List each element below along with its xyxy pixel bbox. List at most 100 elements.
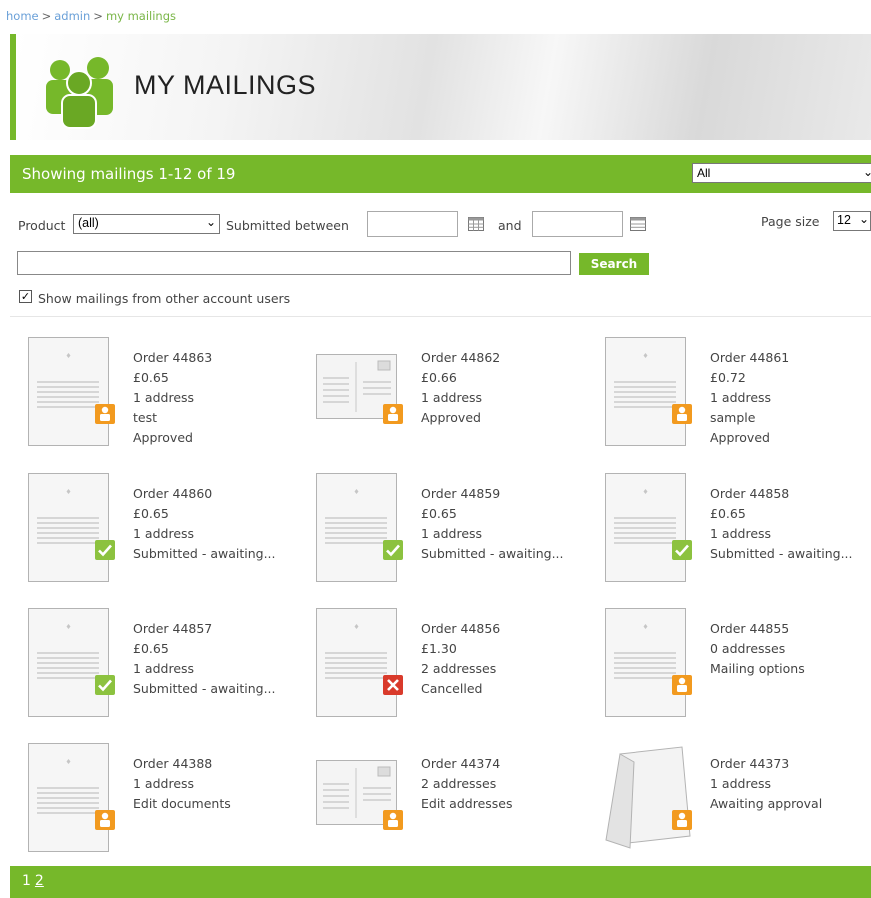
order-number[interactable]: Order 44856 <box>421 619 500 639</box>
order-number[interactable]: Order 44373 <box>710 754 822 774</box>
show-other-users-checkbox[interactable]: ✓ <box>19 290 32 303</box>
mailing-card[interactable]: Order 44374 2 addresses Edit addresses <box>315 742 595 867</box>
order-number[interactable]: Order 44374 <box>421 754 513 774</box>
mailing-detail: Edit documents <box>133 796 231 811</box>
mailing-info: Order 44860 £0.65 1 address Submitted - awa… <box>133 484 276 564</box>
search-input[interactable] <box>17 251 571 275</box>
mailing-card[interactable]: Order 44863 £0.65 1 address test Approved <box>27 336 307 461</box>
mailing-info: Order 44863 £0.65 1 address test Approved <box>133 348 212 448</box>
mailing-thumbnail[interactable] <box>315 607 407 719</box>
order-number[interactable]: Order 44855 <box>710 619 805 639</box>
mailing-thumbnail[interactable] <box>315 472 407 584</box>
pagination: 12 <box>22 873 44 889</box>
mailing-detail: Submitted - awaiting... <box>421 546 564 561</box>
mailing-thumbnail[interactable] <box>604 742 696 854</box>
breadcrumb-admin-link[interactable]: admin <box>54 9 90 23</box>
check-icon <box>95 540 115 560</box>
mailing-detail: sample <box>710 410 756 425</box>
mailing-detail: £0.72 <box>710 370 746 385</box>
person-icon <box>95 810 115 830</box>
mailing-thumbnail[interactable] <box>604 472 696 584</box>
mailing-detail: £0.65 <box>133 370 169 385</box>
mailing-detail: £0.65 <box>133 506 169 521</box>
mailing-thumbnail[interactable] <box>604 336 696 448</box>
page-link-2[interactable]: 2 <box>35 873 44 889</box>
mailing-info: Order 44855 0 addresses Mailing options <box>710 619 805 679</box>
mailing-card[interactable]: Order 44388 1 address Edit documents <box>27 742 307 867</box>
mailing-thumbnail[interactable] <box>27 607 119 719</box>
mailing-detail: Edit addresses <box>421 796 513 811</box>
mailing-thumbnail[interactable] <box>27 336 119 448</box>
cross-icon <box>383 675 403 695</box>
date-from-field[interactable] <box>367 211 458 237</box>
mailing-detail: 0 addresses <box>710 641 786 656</box>
mailing-card[interactable]: Order 44859 £0.65 1 address Submitted - awa… <box>315 472 595 597</box>
mailing-detail: 1 address <box>133 776 195 791</box>
show-other-users-label: Show mailings from other account users <box>38 291 291 306</box>
check-icon <box>95 675 115 695</box>
mailing-card[interactable]: Order 44862 £0.66 1 address Approved <box>315 336 595 461</box>
mailing-info: Order 44857 £0.65 1 address Submitted - awa… <box>133 619 276 699</box>
pagination-bar: 12 <box>10 866 871 898</box>
mailing-info: Order 44861 £0.72 1 address sample Approved <box>710 348 789 448</box>
mailing-card[interactable]: Order 44373 1 address Awaiting approval <box>604 742 871 867</box>
mailing-detail: Submitted - awaiting... <box>133 681 276 696</box>
breadcrumb-separator: > <box>93 9 103 23</box>
mailing-detail: Awaiting approval <box>710 796 823 811</box>
and-label: and <box>498 218 522 233</box>
mailing-info: Order 44373 1 address Awaiting approval <box>710 754 822 814</box>
mailing-detail: Mailing options <box>710 661 805 676</box>
order-number[interactable]: Order 44861 <box>710 348 789 368</box>
users-group-icon <box>46 57 113 129</box>
person-icon <box>383 810 403 830</box>
page-size-select[interactable]: 12 ⌄ <box>833 211 871 231</box>
mailing-detail: £0.66 <box>421 370 457 385</box>
mailing-thumbnail[interactable] <box>315 742 407 854</box>
calendar-icon[interactable] <box>468 217 484 231</box>
check-icon <box>383 540 403 560</box>
mailing-detail: 1 address <box>133 661 195 676</box>
mailing-detail: 1 address <box>421 390 483 405</box>
mailing-info: Order 44388 1 address Edit documents <box>133 754 231 814</box>
mailing-detail: test <box>133 410 158 425</box>
product-select[interactable]: (all) ⌄ <box>73 214 220 234</box>
order-number[interactable]: Order 44859 <box>421 484 564 504</box>
mailing-detail: 1 address <box>710 526 772 541</box>
mailing-card[interactable]: Order 44855 0 addresses Mailing options <box>604 607 871 732</box>
order-number[interactable]: Order 44863 <box>133 348 212 368</box>
person-icon <box>672 404 692 424</box>
mailing-info: Order 44856 £1.30 2 addresses Cancelled <box>421 619 500 699</box>
mailing-detail: 1 address <box>710 776 772 791</box>
mailing-detail: Cancelled <box>421 681 483 696</box>
order-number[interactable]: Order 44858 <box>710 484 853 504</box>
status-filter-select[interactable]: All ⌄ <box>692 163 871 183</box>
mailing-card[interactable]: Order 44858 £0.65 1 address Submitted - awa… <box>604 472 871 597</box>
mailing-detail: Submitted - awaiting... <box>133 546 276 561</box>
breadcrumb-home-link[interactable]: home <box>6 9 39 23</box>
mailing-card[interactable]: Order 44857 £0.65 1 address Submitted - awa… <box>27 607 307 732</box>
order-number[interactable]: Order 44862 <box>421 348 500 368</box>
mailing-card[interactable]: Order 44856 £1.30 2 addresses Cancelled <box>315 607 595 732</box>
breadcrumb-current: my mailings <box>105 9 177 23</box>
page-size-value: 12 <box>837 213 851 227</box>
page-size-label: Page size <box>761 214 820 229</box>
person-icon <box>672 675 692 695</box>
mailing-thumbnail[interactable] <box>604 607 696 719</box>
mailing-thumbnail[interactable] <box>27 472 119 584</box>
search-button[interactable]: Search <box>579 253 649 275</box>
breadcrumb: home > admin > my mailings <box>6 9 176 23</box>
mailing-thumbnail[interactable] <box>27 742 119 854</box>
date-to-field[interactable] <box>532 211 623 237</box>
mailing-detail: 2 addresses <box>421 661 497 676</box>
order-number[interactable]: Order 44857 <box>133 619 276 639</box>
chevron-down-icon: ⌄ <box>862 165 871 179</box>
submitted-between-label: Submitted between <box>226 218 349 233</box>
calendar-icon[interactable] <box>630 217 646 231</box>
order-number[interactable]: Order 44860 <box>133 484 276 504</box>
mailing-card[interactable]: Order 44860 £0.65 1 address Submitted - awa… <box>27 472 307 597</box>
mailing-thumbnail[interactable] <box>315 336 407 448</box>
mailing-card[interactable]: Order 44861 £0.72 1 address sample Approved <box>604 336 871 461</box>
person-icon <box>383 404 403 424</box>
order-number[interactable]: Order 44388 <box>133 754 231 774</box>
mailing-detail: £0.65 <box>421 506 457 521</box>
